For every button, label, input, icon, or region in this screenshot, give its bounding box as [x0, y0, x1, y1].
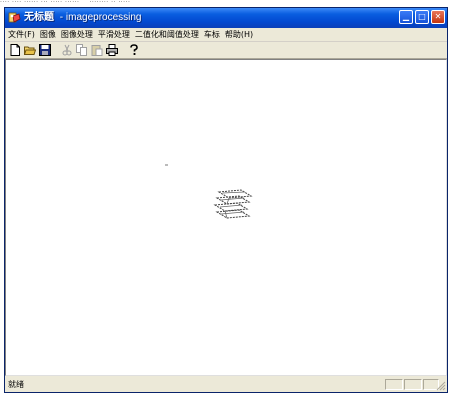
- close-button[interactable]: ✕: [431, 10, 445, 24]
- copy-icon: [76, 44, 87, 56]
- status-bar: 就绪: [5, 377, 447, 392]
- minimize-button[interactable]: ▁: [399, 10, 413, 24]
- menu-binarization-threshold[interactable]: 二值化和阈值处理: [133, 28, 202, 41]
- car-logo-icon: [213, 189, 253, 219]
- minimize-icon: ▁: [402, 12, 410, 21]
- save-icon: [39, 44, 51, 56]
- menu-image-processing[interactable]: 图像处理: [59, 28, 96, 41]
- new-file-button[interactable]: [8, 43, 22, 57]
- document-canvas[interactable]: [5, 59, 447, 376]
- noise-speck: [165, 164, 168, 166]
- document-name: 无标题: [24, 12, 54, 23]
- help-icon: [130, 44, 138, 55]
- cut-icon: [62, 44, 72, 56]
- menu-car-logo[interactable]: 车标: [202, 28, 223, 41]
- toolbar: [5, 42, 447, 59]
- paste-button[interactable]: [90, 43, 104, 57]
- status-pane-cap: [385, 379, 403, 390]
- status-text: 就绪: [8, 380, 24, 389]
- menu-file[interactable]: 文件(F): [6, 28, 38, 41]
- menu-image[interactable]: 图像: [38, 28, 59, 41]
- title-bar[interactable]: 无标题 - imageprocessing ▁ □ ✕: [5, 8, 447, 28]
- background-window-bleed: ···· ···· ······ ··· ····· ······ ·······…: [0, 0, 131, 6]
- app-icon: [8, 12, 21, 23]
- menu-help[interactable]: 帮助(H): [223, 28, 256, 41]
- window-controls: ▁ □ ✕: [397, 10, 445, 24]
- resize-grip-icon[interactable]: [436, 381, 446, 391]
- paste-icon: [91, 45, 103, 56]
- maximize-icon: □: [418, 12, 426, 21]
- menu-smoothing[interactable]: 平滑处理: [96, 28, 133, 41]
- save-button[interactable]: [38, 43, 52, 57]
- status-pane-num: [404, 379, 422, 390]
- cut-button[interactable]: [60, 43, 74, 57]
- open-button[interactable]: [23, 43, 37, 57]
- help-button[interactable]: [127, 43, 141, 57]
- print-icon: [106, 44, 118, 56]
- close-icon: ✕: [434, 12, 442, 21]
- open-folder-icon: [24, 46, 36, 55]
- new-file-icon: [10, 44, 20, 56]
- menu-bar: 文件(F) 图像 图像处理 平滑处理 二值化和阈值处理 车标 帮助(H): [5, 28, 447, 42]
- app-window: 无标题 - imageprocessing ▁ □ ✕ 文件(F) 图像 图像处理平…: [4, 7, 448, 393]
- maximize-button[interactable]: □: [415, 10, 429, 24]
- copy-button[interactable]: [75, 43, 89, 57]
- app-name: imageprocessing: [65, 12, 142, 23]
- title-separator: -: [57, 12, 66, 23]
- print-button[interactable]: [105, 43, 119, 57]
- window-title: 无标题 - imageprocessing: [24, 11, 142, 24]
